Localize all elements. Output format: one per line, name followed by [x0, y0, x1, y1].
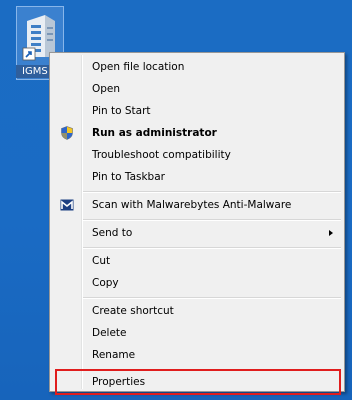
menu-item-rename[interactable]: Rename: [52, 344, 342, 366]
menu-item-label: Troubleshoot compatibility: [92, 149, 231, 161]
menu-item-label: Pin to Taskbar: [92, 171, 165, 183]
menu-item-cut[interactable]: Cut: [52, 250, 342, 272]
menu-item-label: Delete: [92, 327, 127, 339]
context-menu: Open file location Open Pin to Start Run…: [49, 52, 345, 395]
menu-item-create-shortcut[interactable]: Create shortcut: [52, 300, 342, 322]
uac-shield-icon: [60, 126, 74, 140]
menu-item-label: Open file location: [92, 61, 185, 73]
menu-item-delete[interactable]: Delete: [52, 322, 342, 344]
menu-item-label: Cut: [92, 255, 111, 267]
submenu-arrow-icon: [329, 230, 333, 236]
menu-item-troubleshoot-compatibility[interactable]: Troubleshoot compatibility: [52, 144, 342, 166]
menu-item-open[interactable]: Open: [52, 78, 342, 100]
menu-item-copy[interactable]: Copy: [52, 272, 342, 294]
menu-item-pin-to-start[interactable]: Pin to Start: [52, 100, 342, 122]
menu-separator: [83, 219, 341, 221]
menu-item-label: Open: [92, 83, 121, 95]
menu-item-label: Pin to Start: [92, 105, 151, 117]
menu-item-label: Copy: [92, 277, 119, 289]
menu-item-send-to[interactable]: Send to: [52, 222, 342, 244]
menu-item-properties[interactable]: Properties: [52, 369, 342, 395]
menu-item-label: Create shortcut: [92, 305, 174, 317]
menu-item-label: Run as administrator: [92, 127, 217, 139]
menu-item-pin-to-taskbar[interactable]: Pin to Taskbar: [52, 166, 342, 188]
menu-item-label: Scan with Malwarebytes Anti-Malware: [92, 199, 292, 211]
menu-item-run-as-administrator[interactable]: Run as administrator: [52, 122, 342, 144]
menu-item-scan-malwarebytes[interactable]: Scan with Malwarebytes Anti-Malware: [52, 194, 342, 216]
malwarebytes-icon: [60, 198, 74, 212]
menu-item-label: Send to: [92, 227, 133, 239]
menu-separator: [83, 191, 341, 193]
menu-item-open-file-location[interactable]: Open file location: [52, 56, 342, 78]
menu-item-label: Rename: [92, 349, 136, 361]
menu-item-label: Properties: [92, 376, 146, 388]
menu-separator: [83, 247, 341, 249]
menu-separator: [83, 297, 341, 299]
